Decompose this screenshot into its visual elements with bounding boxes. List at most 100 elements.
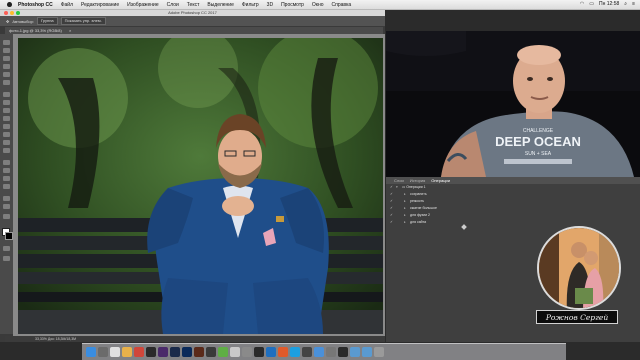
blur-tool[interactable] xyxy=(3,140,10,145)
check-icon[interactable]: ✓ xyxy=(390,212,396,219)
app-icon-red[interactable] xyxy=(134,347,144,357)
background-color-swatch[interactable] xyxy=(5,232,13,240)
path-select-tool[interactable] xyxy=(3,176,10,181)
action-row[interactable]: ✓ ▸ сжатие большое xyxy=(390,205,510,212)
terminal-icon[interactable] xyxy=(254,347,264,357)
safari-icon[interactable] xyxy=(110,347,120,357)
action-row[interactable]: ✓ ▸ для фузии 2 xyxy=(390,212,510,219)
screen-mode-button[interactable] xyxy=(3,256,10,261)
document-tab-label: фото-1.jpg @ 33,3% (RGB/8) xyxy=(9,28,62,33)
action-set-row[interactable]: ✓ ▾ ▭ Операции 1 xyxy=(390,184,510,191)
settings-icon[interactable] xyxy=(242,347,252,357)
transform-controls-checkbox[interactable]: Показать упр. элем. xyxy=(60,17,106,25)
document-tab[interactable]: фото-1.jpg @ 33,3% (RGB/8) × xyxy=(5,27,383,34)
type-tool[interactable] xyxy=(3,168,10,173)
app-icon-brown[interactable] xyxy=(194,347,204,357)
tab-actions[interactable]: Операции xyxy=(431,177,450,184)
action-label: для сайта xyxy=(410,220,427,224)
premiere-icon[interactable] xyxy=(158,347,168,357)
zoom-button[interactable] xyxy=(16,11,20,15)
search-icon[interactable]: ⌕ xyxy=(624,1,627,7)
app-icon-dark[interactable] xyxy=(146,347,156,357)
eraser-tool[interactable] xyxy=(3,124,10,129)
minimize-button[interactable] xyxy=(10,11,14,15)
menu-select[interactable]: Выделение xyxy=(207,2,234,8)
status-bar: 33,33% Док: 18,3M/18,3M xyxy=(5,336,385,342)
menu-filter[interactable]: Фильтр xyxy=(242,2,259,8)
menu-list-icon[interactable]: ≡ xyxy=(632,1,635,7)
app-icon-dark-2[interactable] xyxy=(302,347,312,357)
action-row[interactable]: ✓ ▸ сохранить xyxy=(390,191,510,198)
move-tool[interactable] xyxy=(3,40,10,45)
check-icon[interactable]: ✓ xyxy=(390,205,396,212)
more-tools-icon[interactable] xyxy=(3,214,10,219)
hand-tool[interactable] xyxy=(3,196,10,201)
healing-tool[interactable] xyxy=(3,92,10,97)
wifi-icon[interactable]: ◠ xyxy=(580,1,584,7)
check-icon[interactable]: ✓ xyxy=(390,198,396,205)
tab-history[interactable]: История xyxy=(410,177,426,184)
menu-file[interactable]: Файл xyxy=(61,2,73,8)
zoom-tool[interactable] xyxy=(3,204,10,209)
lasso-tool[interactable] xyxy=(3,56,10,61)
menu-layers[interactable]: Слои xyxy=(167,2,179,8)
menu-bar: Photoshop CC Файл Редактирование Изображ… xyxy=(0,0,640,10)
menu-text[interactable]: Текст xyxy=(187,2,200,8)
menu-edit[interactable]: Редактирование xyxy=(81,2,119,8)
menu-app-name[interactable]: Photoshop CC xyxy=(18,2,53,8)
folder-dock-icon[interactable] xyxy=(350,347,360,357)
menu-3d[interactable]: 3D xyxy=(267,2,273,8)
downloads-icon[interactable] xyxy=(362,347,372,357)
dodge-tool[interactable] xyxy=(3,148,10,153)
battery-icon[interactable]: ▭ xyxy=(589,1,594,7)
action-row[interactable]: ✓ ▸ резкость xyxy=(390,198,510,205)
app-icon-grey-2[interactable] xyxy=(326,347,336,357)
app-icon-orange[interactable] xyxy=(278,347,288,357)
menu-view[interactable]: Просмотр xyxy=(281,2,304,8)
lightroom-icon[interactable] xyxy=(170,347,180,357)
gradient-tool[interactable] xyxy=(3,132,10,137)
finder-icon[interactable] xyxy=(86,347,96,357)
eyedropper-tool[interactable] xyxy=(3,80,10,85)
check-icon[interactable]: ✓ xyxy=(390,191,396,198)
action-label: для фузии 2 xyxy=(410,213,430,217)
trash-icon[interactable] xyxy=(374,347,384,357)
move-tool-icon[interactable]: ✥ xyxy=(6,19,9,24)
app-icon-grey[interactable] xyxy=(206,347,216,357)
presenter-webcam-image: CHALLENGE DEEP OCEAN SUN + SEA xyxy=(386,31,640,177)
clock[interactable]: Пн 12:58 xyxy=(599,1,619,7)
auto-select-dropdown[interactable]: Группа xyxy=(36,17,58,25)
quick-mask-button[interactable] xyxy=(3,246,10,251)
app-icon-blue-2[interactable] xyxy=(314,347,324,357)
tab-close-icon[interactable]: × xyxy=(69,28,71,33)
history-brush-tool[interactable] xyxy=(3,116,10,121)
tools-panel xyxy=(0,34,14,334)
brush-tool[interactable] xyxy=(3,100,10,105)
pen-tool[interactable] xyxy=(3,160,10,165)
tab-layers[interactable]: Слои xyxy=(394,177,404,184)
launchpad-icon[interactable] xyxy=(98,347,108,357)
crop-tool[interactable] xyxy=(3,72,10,77)
apple-menu-icon[interactable] xyxy=(7,2,12,7)
skype-icon[interactable] xyxy=(290,347,300,357)
marquee-tool[interactable] xyxy=(3,48,10,53)
shape-tool[interactable] xyxy=(3,184,10,189)
document-canvas[interactable] xyxy=(18,38,383,334)
close-button[interactable] xyxy=(4,11,8,15)
action-label: сохранить xyxy=(410,192,427,196)
quick-select-tool[interactable] xyxy=(3,64,10,69)
menu-help[interactable]: Справка xyxy=(332,2,352,8)
app-icon-green[interactable] xyxy=(218,347,228,357)
action-row[interactable]: ✓ ▸ для сайта xyxy=(390,219,510,226)
app-icon-dark-3[interactable] xyxy=(338,347,348,357)
app-icon-blue[interactable] xyxy=(266,347,276,357)
shirt-text-sun-sea: SUN + SEA xyxy=(525,151,552,157)
menu-image[interactable]: Изображение xyxy=(127,2,159,8)
chrome-icon[interactable] xyxy=(122,347,132,357)
app-icon-light[interactable] xyxy=(230,347,240,357)
photoshop-icon[interactable] xyxy=(182,347,192,357)
menu-window[interactable]: Окно xyxy=(312,2,324,8)
stamp-tool[interactable] xyxy=(3,108,10,113)
options-bar: ✥ Автовыбор: Группа Показать упр. элем. xyxy=(0,16,385,26)
check-icon[interactable]: ✓ xyxy=(390,219,396,226)
